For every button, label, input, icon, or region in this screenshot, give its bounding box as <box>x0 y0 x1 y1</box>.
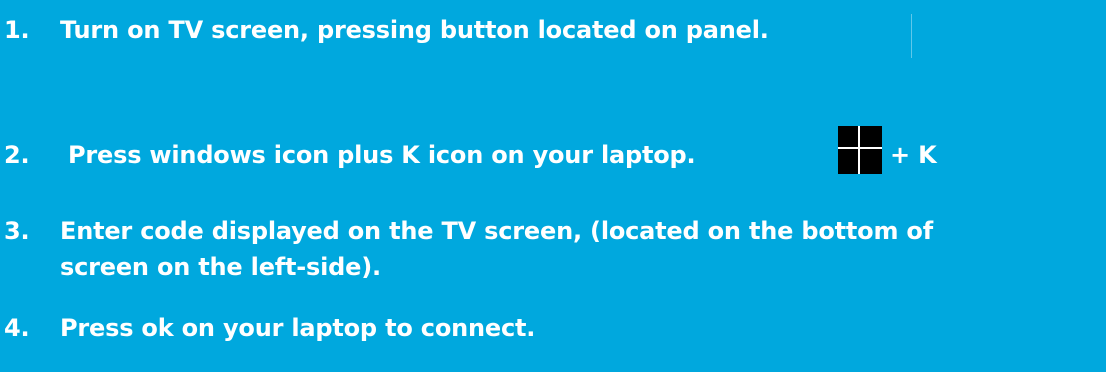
text-cursor-mark <box>911 14 912 58</box>
step-3-text-line1: Enter code displayed on the TV screen, (… <box>60 217 933 245</box>
step-3-text-line2: screen on the left-side). <box>60 253 381 281</box>
step-2-number: 2. <box>4 141 30 169</box>
step-3-number: 3. <box>4 217 30 245</box>
step-1-text: Turn on TV screen, pressing button locat… <box>60 16 769 44</box>
shortcut-plus-k: + K <box>890 141 937 169</box>
instruction-list: 1. Turn on TV screen, pressing button lo… <box>0 0 1106 372</box>
step-4-number: 4. <box>4 314 30 342</box>
windows-logo-icon <box>838 126 882 174</box>
step-4-text: Press ok on your laptop to connect. <box>60 314 536 342</box>
step-1-number: 1. <box>4 16 30 44</box>
step-2-text: Press windows icon plus K icon on your l… <box>68 141 696 169</box>
